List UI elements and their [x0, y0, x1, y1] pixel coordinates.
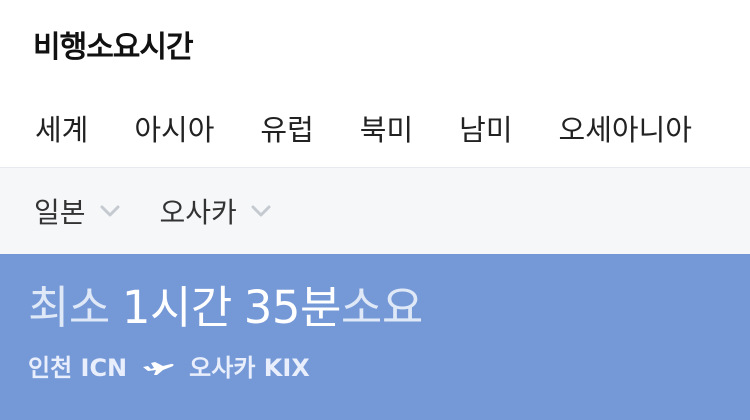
- city-select-label: 오사카: [159, 196, 237, 229]
- duration-suffix: 소요: [340, 281, 423, 334]
- country-select-label: 일본: [34, 196, 86, 229]
- destination-airport: 오사카 KIX: [189, 354, 310, 382]
- flight-duration: 최소 1시간 35분소요: [28, 282, 722, 334]
- origin-airport: 인천 ICN: [28, 354, 128, 382]
- region-tabs: 세계 아시아 유럽 북미 남미 오세아니아: [0, 88, 750, 168]
- duration-hours: 1시간: [121, 281, 232, 334]
- route: 인천 ICN 오사카 KIX: [28, 348, 722, 383]
- chevron-down-icon: [98, 199, 122, 223]
- destination-filters: 일본 오사카: [0, 168, 750, 254]
- page-title: 비행소요시간: [33, 30, 194, 65]
- duration-prefix: 최소: [28, 281, 110, 334]
- tab-north-america[interactable]: 북미: [360, 107, 413, 149]
- tab-asia[interactable]: 아시아: [134, 107, 214, 149]
- tab-world[interactable]: 세계: [35, 107, 88, 149]
- tab-oceania[interactable]: 오세아니아: [559, 107, 692, 149]
- header: 비행소요시간: [0, 0, 750, 88]
- country-select[interactable]: 일본: [34, 191, 122, 231]
- chevron-down-icon: [249, 199, 273, 223]
- flight-time-banner: 최소 1시간 35분소요 인천 ICN 오사카 KIX: [0, 254, 750, 420]
- flight-time-app: 비행소요시간 세계 아시아 유럽 북미 남미 오세아니아 일본 오사카 최소 1시…: [0, 0, 750, 420]
- tab-europe[interactable]: 유럽: [260, 107, 313, 149]
- city-select[interactable]: 오사카: [160, 191, 273, 231]
- tab-south-america[interactable]: 남미: [459, 107, 512, 149]
- airplane-icon: [141, 355, 175, 377]
- duration-minutes: 35분: [243, 281, 342, 334]
